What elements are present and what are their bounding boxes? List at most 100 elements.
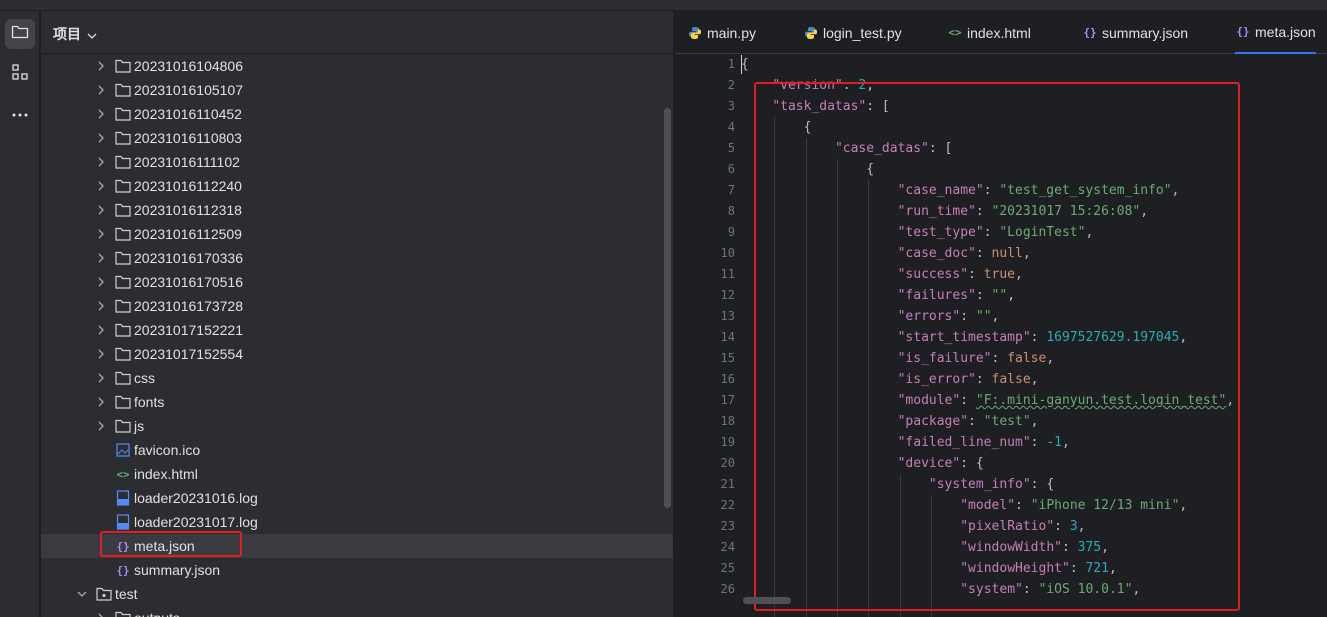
horizontal-scrollbar[interactable] bbox=[743, 597, 791, 604]
chevron-right-icon[interactable] bbox=[93, 178, 109, 194]
tree-item[interactable]: 20231017152554 bbox=[41, 342, 673, 366]
tree-item[interactable]: test bbox=[41, 582, 673, 606]
line-number: 2 bbox=[727, 78, 735, 92]
tree-item[interactable]: 20231016112509 bbox=[41, 222, 673, 246]
editor-tab[interactable]: {} meta.json bbox=[1235, 11, 1316, 54]
structure-tool-button[interactable] bbox=[5, 59, 35, 89]
structure-icon bbox=[11, 63, 29, 86]
line-number: 25 bbox=[720, 561, 735, 575]
folder-icon bbox=[115, 250, 131, 266]
chevron-right-icon[interactable] bbox=[93, 418, 109, 434]
folder-icon bbox=[115, 178, 131, 194]
tree-item[interactable]: css bbox=[41, 366, 673, 390]
line-number: 3 bbox=[727, 99, 735, 113]
chevron-right-icon[interactable] bbox=[93, 322, 109, 338]
tree-item[interactable]: {} summary.json bbox=[41, 558, 673, 582]
python-icon bbox=[687, 25, 703, 41]
tree-item-label: 20231017152554 bbox=[134, 346, 244, 362]
tree-item[interactable]: <> index.html bbox=[41, 462, 673, 486]
chevron-right-icon[interactable] bbox=[93, 226, 109, 242]
line-number: 1 bbox=[727, 57, 735, 71]
tree-item-label: fonts bbox=[134, 394, 165, 410]
tree-item[interactable]: 20231016111102 bbox=[41, 150, 673, 174]
chevron-down-icon[interactable] bbox=[74, 586, 90, 602]
folder-icon bbox=[115, 202, 131, 218]
tree-item[interactable]: 20231016173728 bbox=[41, 294, 673, 318]
tree-item[interactable]: 20231016110452 bbox=[41, 102, 673, 126]
line-number: 17 bbox=[720, 393, 735, 407]
line-number: 7 bbox=[727, 183, 735, 197]
chevron-right-icon[interactable] bbox=[93, 130, 109, 146]
tree-item[interactable]: fonts bbox=[41, 390, 673, 414]
chevron-right-icon[interactable] bbox=[93, 298, 109, 314]
line-number: 15 bbox=[720, 351, 735, 365]
line-number: 14 bbox=[720, 330, 735, 344]
project-view-selector[interactable]: 项目 bbox=[53, 24, 97, 44]
chevron-right-icon[interactable] bbox=[93, 274, 109, 290]
tree-item-label: 20231016170336 bbox=[134, 250, 244, 266]
chevron-right-icon[interactable] bbox=[93, 370, 109, 386]
more-tools-button[interactable] bbox=[5, 99, 35, 129]
chevron-right-icon[interactable] bbox=[93, 346, 109, 362]
line-number: 10 bbox=[720, 246, 735, 260]
line-number: 4 bbox=[727, 120, 735, 134]
tree-item-label: 20231016105107 bbox=[134, 82, 244, 98]
line-number-gutter: 1 2 3 4 5 6 7 8 9 10 11 12 13 14 15 16 17 18 19 20 21 22 23 24 2… bbox=[675, 54, 735, 617]
folder-icon bbox=[115, 418, 131, 434]
tree-item[interactable]: 20231017152221 bbox=[41, 318, 673, 342]
editor-tab[interactable]: login_test.py bbox=[803, 11, 902, 54]
project-tool-button[interactable] bbox=[5, 19, 35, 49]
tree-item-label: test bbox=[115, 586, 138, 602]
editor-tab[interactable]: main.py bbox=[687, 11, 756, 54]
chevron-right-icon[interactable] bbox=[93, 58, 109, 74]
chevron-right-icon[interactable] bbox=[93, 610, 109, 617]
tree-item[interactable]: js bbox=[41, 414, 673, 438]
tree-item[interactable]: 20231016112318 bbox=[41, 198, 673, 222]
editor-tab-label: summary.json bbox=[1102, 24, 1189, 41]
project-scrollbar[interactable] bbox=[664, 108, 671, 508]
folder-icon bbox=[115, 106, 131, 122]
tree-item[interactable]: 20231016170336 bbox=[41, 246, 673, 270]
line-number: 8 bbox=[727, 204, 735, 218]
folder-icon bbox=[115, 298, 131, 314]
chevron-right-icon[interactable] bbox=[93, 82, 109, 98]
editor-tab-label: login_test.py bbox=[823, 24, 902, 41]
folder-icon bbox=[115, 82, 131, 98]
tree-item[interactable]: 20231016170516 bbox=[41, 270, 673, 294]
tree-item-label: favicon.ico bbox=[134, 442, 201, 458]
chevron-right-icon[interactable] bbox=[93, 154, 109, 170]
tree-item-label: 20231016173728 bbox=[134, 298, 244, 314]
line-number: 13 bbox=[720, 309, 735, 323]
tree-item[interactable]: 20231016105107 bbox=[41, 78, 673, 102]
tree-item-label: summary.json bbox=[134, 562, 221, 578]
chevron-right-icon[interactable] bbox=[93, 250, 109, 266]
line-number: 6 bbox=[727, 162, 735, 176]
folder-icon bbox=[115, 346, 131, 362]
tree-item-label: loader20231017.log bbox=[134, 514, 258, 530]
editor-tab[interactable]: <> index.html bbox=[947, 11, 1030, 54]
folder-icon bbox=[115, 154, 131, 170]
line-number: 12 bbox=[720, 288, 735, 302]
json-file-icon: {} bbox=[116, 563, 130, 577]
chevron-right-icon[interactable] bbox=[93, 202, 109, 218]
chevron-right-icon[interactable] bbox=[93, 106, 109, 122]
tree-item[interactable]: 20231016112240 bbox=[41, 174, 673, 198]
folder-icon bbox=[115, 274, 131, 290]
html-icon: <> bbox=[948, 26, 962, 39]
folder-icon bbox=[11, 24, 29, 45]
tree-item-label: index.html bbox=[134, 466, 198, 482]
tree-item[interactable]: 20231016110803 bbox=[41, 126, 673, 150]
tree-item[interactable]: favicon.ico bbox=[41, 438, 673, 462]
editor-tab[interactable]: {} summary.json bbox=[1082, 11, 1188, 54]
editor-tab-label: meta.json bbox=[1255, 23, 1316, 40]
tree-item-label: 20231016104806 bbox=[134, 58, 244, 74]
folder-icon bbox=[115, 322, 131, 338]
folder-icon bbox=[115, 58, 131, 74]
chevron-right-icon[interactable] bbox=[93, 394, 109, 410]
tree-item[interactable]: loader20231016.log bbox=[41, 486, 673, 510]
tree-item[interactable]: outputs bbox=[41, 606, 673, 617]
tree-item[interactable]: 20231016104806 bbox=[41, 54, 673, 78]
tree-item-label: 20231016112509 bbox=[134, 226, 242, 242]
tree-item-label: loader20231016.log bbox=[134, 490, 258, 506]
